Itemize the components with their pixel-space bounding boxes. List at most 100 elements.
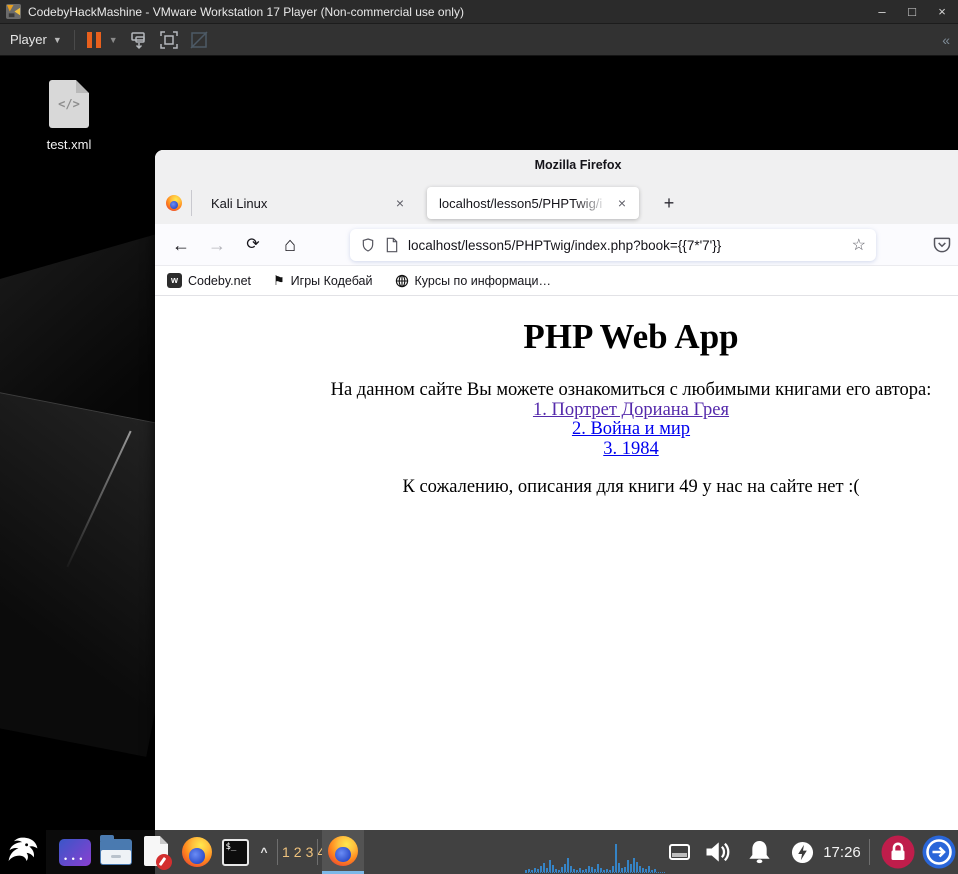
text-editor-launcher[interactable] <box>139 830 175 874</box>
bookmark-star-icon[interactable]: ☆ <box>850 235 868 255</box>
terminal-icon: $_ <box>221 838 249 866</box>
tab-localhost-active[interactable]: localhost/lesson5/PHPTwig/i × <box>427 187 639 219</box>
workspace-switcher[interactable]: 1 2 3 4 <box>282 830 325 874</box>
url-bar[interactable]: localhost/lesson5/PHPTwig/index.php?book… <box>350 229 876 261</box>
back-button[interactable]: ← <box>167 232 195 258</box>
suspend-dropdown-icon[interactable]: ▼ <box>109 35 118 45</box>
pocket-save-icon[interactable] <box>932 235 952 255</box>
tab-bar: Kali Linux × localhost/lesson5/PHPTwig/i… <box>155 182 958 224</box>
kali-dragon-icon <box>8 837 38 861</box>
flag-icon: ⚑ <box>273 272 285 288</box>
vmware-window-title: CodebyHackMashine - VMware Workstation 1… <box>28 4 464 19</box>
lock-icon <box>881 835 915 869</box>
firefox-favicon-icon <box>166 195 182 211</box>
workspace-3[interactable]: 3 <box>306 844 314 860</box>
web-page: PHP Web App На данном сайте Вы можете оз… <box>155 296 958 829</box>
folder-icon <box>100 835 132 865</box>
collapse-toolbar-button[interactable]: « <box>942 32 950 48</box>
tab-kali-linux[interactable]: Kali Linux × <box>192 182 419 224</box>
bookmark-games[interactable]: ⚑ Игры Кодебай <box>273 273 372 289</box>
not-found-message: К сожалению, описания для книги 49 у нас… <box>402 477 860 497</box>
vmware-toolbar: Player ▼ ▼ « <box>0 24 958 56</box>
tab-close-icon[interactable]: × <box>613 195 631 211</box>
display-icon <box>668 844 690 860</box>
vm-desktop: </> test.xml Mozilla Firefox Kali Linux … <box>0 56 958 874</box>
firefox-window-title: Mozilla Firefox <box>534 158 622 172</box>
globe-icon <box>395 274 408 287</box>
toolbar-divider <box>73 29 75 50</box>
close-button[interactable]: × <box>932 4 952 19</box>
panel-expand-button[interactable]: ^ <box>254 830 274 874</box>
forward-button: → <box>208 235 226 255</box>
bookmark-courses[interactable]: Курсы по информаци… <box>395 273 552 288</box>
firefox-launcher[interactable] <box>178 830 216 874</box>
logout-arrow-icon <box>922 835 956 869</box>
panel-divider <box>277 839 278 865</box>
notifications-button[interactable] <box>742 830 776 874</box>
volume-button[interactable] <box>700 830 734 874</box>
firefox-titlebar[interactable]: Mozilla Firefox <box>155 150 958 182</box>
app-finder-launcher[interactable] <box>56 830 94 874</box>
book-link-2[interactable]: 2. Война и мир <box>572 419 690 439</box>
desktop-file-label: test.xml <box>46 137 92 152</box>
fullscreen-icon[interactable] <box>158 29 180 51</box>
display-tray-button[interactable] <box>666 830 692 874</box>
workspace-1[interactable]: 1 <box>282 844 290 860</box>
player-menu-button[interactable]: Player ▼ <box>10 32 62 47</box>
text-editor-icon <box>144 836 172 870</box>
taskbar: $_ ^ 1 2 3 4 <box>0 830 958 874</box>
new-tab-button[interactable]: + <box>657 192 681 216</box>
firefox-icon <box>328 835 358 866</box>
codeby-logo-icon: w <box>167 273 182 288</box>
tab-label: localhost/lesson5/PHPTwig/i <box>439 195 603 211</box>
firefox-window-button-active[interactable] <box>322 830 364 874</box>
clock[interactable]: 17:26 <box>818 830 866 874</box>
maximize-button[interactable]: □ <box>902 4 922 19</box>
power-manager-button[interactable] <box>789 830 815 874</box>
send-shortcut-icon[interactable] <box>128 29 150 51</box>
cpu-graph[interactable] <box>525 842 665 873</box>
vmware-logo-icon <box>6 4 21 19</box>
panel-divider <box>317 839 318 865</box>
bookmark-codeby[interactable]: w Codeby.net <box>167 273 251 288</box>
shield-icon[interactable] <box>360 237 376 253</box>
player-menu-label: Player <box>10 32 47 47</box>
code-glyph: </> <box>58 97 80 111</box>
minimize-button[interactable]: – <box>872 4 892 19</box>
logout-button[interactable] <box>921 830 957 874</box>
firefox-icon <box>182 837 212 867</box>
firefox-window: Mozilla Firefox Kali Linux × localhost/l… <box>155 150 958 830</box>
bookmark-label: Codeby.net <box>188 273 252 288</box>
suspend-vm-button[interactable] <box>86 31 101 48</box>
page-icon[interactable] <box>385 237 399 253</box>
workspace-2[interactable]: 2 <box>294 844 302 860</box>
panel-divider <box>869 839 870 865</box>
book-link-3[interactable]: 3. 1984 <box>603 439 659 459</box>
intro-text: На данном сайте Вы можете ознакомиться с… <box>330 380 932 400</box>
chevron-down-icon: ▼ <box>52 34 62 45</box>
power-bolt-icon <box>791 841 813 863</box>
bookmark-label: Курсы по информаци… <box>414 273 552 288</box>
bookmark-label: Игры Кодебай <box>290 273 373 288</box>
navigation-bar: ← → ⟳ ⌂ localhost/lesson5/PHPTwig/index.… <box>155 224 958 266</box>
home-button[interactable]: ⌂ <box>276 232 304 258</box>
unity-mode-icon-disabled <box>190 30 208 49</box>
desktop-file-test-xml[interactable]: </> test.xml <box>28 80 110 152</box>
book-link-1[interactable]: 1. Портрет Дориана Грея <box>533 400 729 420</box>
applications-menu-button[interactable] <box>0 830 46 874</box>
tab-label: Kali Linux <box>211 195 268 211</box>
terminal-launcher[interactable]: $_ <box>218 830 252 874</box>
bell-icon <box>748 841 770 864</box>
xml-file-icon: </> <box>49 80 89 128</box>
screen: CodebyHackMashine - VMware Workstation 1… <box>0 0 958 874</box>
reload-button[interactable]: ⟳ <box>239 232 267 258</box>
page-title: PHP Web App <box>523 317 739 356</box>
file-manager-launcher[interactable] <box>97 830 135 874</box>
app-finder-icon <box>59 838 91 866</box>
tab-close-icon[interactable]: × <box>391 195 409 211</box>
vmware-titlebar: CodebyHackMashine - VMware Workstation 1… <box>0 0 958 24</box>
lock-screen-button[interactable] <box>880 830 916 874</box>
speaker-icon <box>706 842 730 862</box>
bookmarks-bar: w Codeby.net ⚑ Игры Кодебай Курсы по инф… <box>155 266 958 296</box>
url-text: localhost/lesson5/PHPTwig/index.php?book… <box>408 237 722 253</box>
